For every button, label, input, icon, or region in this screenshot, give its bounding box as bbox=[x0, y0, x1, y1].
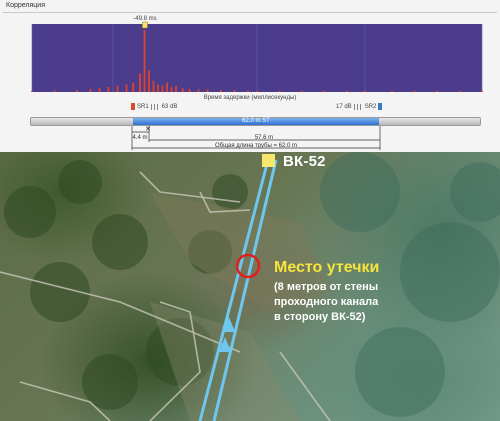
map-overlay bbox=[0, 152, 500, 421]
manhole-marker-icon[interactable] bbox=[262, 154, 275, 167]
correlation-panel: Корреляция -100-64048100 -49.8 ms Время … bbox=[0, 0, 500, 152]
position-marker-icon: ✕ bbox=[145, 126, 151, 133]
leak-note-line: (8 метров от стены bbox=[274, 281, 379, 293]
manhole-label: ВК-52 bbox=[283, 153, 326, 170]
leak-note-line: в сторону ВК-52) bbox=[274, 311, 366, 323]
distance-left-label: 4.4 m bbox=[132, 135, 147, 141]
satellite-map[interactable]: ВК-52 Место утечки (8 метров от стены пр… bbox=[0, 152, 500, 421]
leak-note: (8 метров от стены проходного канала в с… bbox=[274, 280, 378, 325]
total-length-label: Общая длина трубы = 62.0 m bbox=[215, 143, 297, 149]
leak-title: Место утечки bbox=[274, 259, 380, 276]
distance-middle-label: 57.6 m bbox=[255, 135, 273, 141]
distance-dimensions: ✕ 4.4 m 57.6 m Общая длина трубы = 62.0 … bbox=[131, 126, 381, 150]
leak-note-line: проходного канала bbox=[274, 296, 379, 308]
